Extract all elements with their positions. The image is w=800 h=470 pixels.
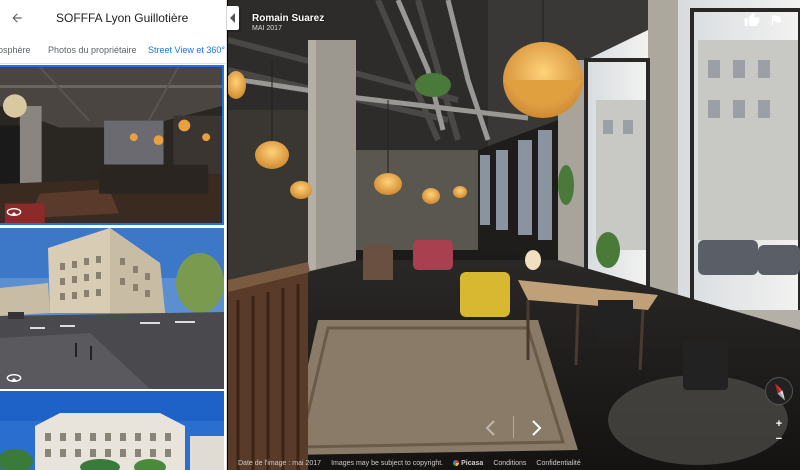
photo-tabs: osphère Photos du propriétaire Street Vi… — [0, 38, 226, 64]
thumb-up-icon[interactable] — [744, 12, 760, 28]
panorama-image — [228, 0, 800, 470]
contributor-name[interactable]: Romain Suarez — [252, 13, 324, 24]
photo-thumbnail-street[interactable] — [0, 228, 224, 389]
zoom-in-button[interactable]: + — [771, 417, 787, 431]
next-photo-button[interactable] — [528, 419, 544, 437]
photo-thumbnail-building[interactable] — [0, 391, 224, 470]
panorama-icon — [6, 374, 22, 382]
previous-photo-button[interactable] — [483, 419, 499, 437]
contributor-info[interactable]: Romain Suarez MAI 2017 — [252, 13, 324, 32]
back-button[interactable] — [0, 0, 34, 36]
chevron-left-icon — [230, 13, 235, 23]
terms-link[interactable]: Conditions — [493, 460, 526, 467]
zoom-out-button[interactable]: − — [771, 432, 787, 446]
image-date: Date de l'image : mai 2017 — [238, 459, 322, 467]
panel-header: SOFFFA Lyon Guillotière — [0, 0, 226, 36]
picasa-icon — [453, 460, 460, 466]
street-photo — [0, 228, 224, 389]
side-panel: SOFFFA Lyon Guillotière osphère Photos d… — [0, 0, 227, 470]
privacy-link[interactable]: Confidentialité — [536, 460, 580, 467]
photo-thumbnail-interior[interactable] — [0, 65, 224, 225]
nav-divider — [513, 416, 514, 438]
compass-button[interactable] — [765, 377, 793, 405]
tab-street-view[interactable]: Street View et 360° — [148, 38, 225, 63]
interior-photo — [0, 67, 222, 223]
viewer-footer: Date de l'image : mai 2017 Images may be… — [228, 456, 800, 470]
tab-ambiance[interactable]: osphère — [0, 38, 31, 63]
building-photo — [0, 391, 224, 470]
arrow-left-icon — [12, 13, 22, 23]
compass-icon — [775, 383, 785, 401]
panorama-icon — [6, 208, 22, 216]
street-view-viewer[interactable]: Romain Suarez MAI 2017 + − Date de l'ima… — [228, 0, 800, 470]
copyright-notice: Images may be subject to copyright. — [331, 459, 444, 467]
tab-owner-photos[interactable]: Photos du propriétaire — [48, 38, 137, 63]
picasa-logo: Picasa — [453, 460, 483, 467]
collapse-panel-button[interactable] — [227, 6, 239, 30]
place-title: SOFFFA Lyon Guillotière — [56, 11, 189, 25]
contributor-date: MAI 2017 — [252, 25, 282, 32]
flag-icon[interactable] — [769, 12, 783, 28]
